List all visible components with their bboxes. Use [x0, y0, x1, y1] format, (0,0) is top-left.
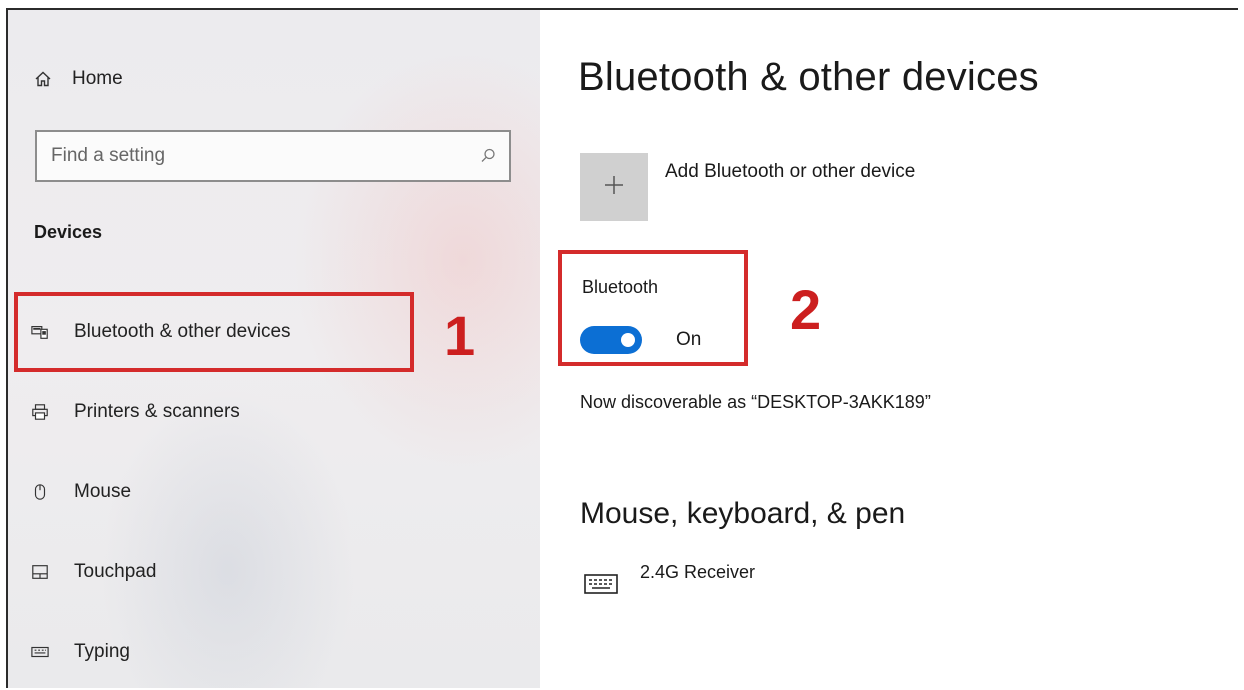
sidebar-item-mouse[interactable]: Mouse	[8, 452, 540, 532]
sidebar-item-label: Mouse	[74, 481, 132, 502]
keyboard-icon	[30, 643, 50, 661]
section-heading: Devices	[34, 222, 103, 242]
plus-icon	[603, 174, 625, 201]
add-device-label[interactable]: Add Bluetooth or other device	[665, 161, 915, 183]
callout-number-1: 1	[444, 304, 476, 367]
nav-home[interactable]: Home	[34, 62, 123, 96]
callout-number-2: 2	[790, 278, 822, 341]
search-icon[interactable]	[479, 147, 497, 165]
sidebar-item-typing[interactable]: Typing	[8, 612, 540, 688]
printer-icon	[30, 403, 50, 421]
settings-window: Home Devices Bluetooth & other devices P…	[6, 8, 1238, 688]
sidebar-item-touchpad[interactable]: Touchpad	[8, 532, 540, 612]
home-icon	[34, 70, 52, 88]
sidebar-item-label: Printers & scanners	[74, 401, 240, 422]
touchpad-icon	[30, 563, 50, 581]
sidebar-item-label: Typing	[74, 641, 130, 662]
search-box[interactable]	[35, 130, 511, 182]
section-title-mouse-keyboard: Mouse, keyboard, & pen	[580, 497, 906, 530]
keyboard-icon	[584, 572, 618, 601]
device-name: 2.4G Receiver	[640, 562, 756, 582]
nav-home-label: Home	[72, 68, 123, 89]
callout-box-2	[558, 250, 748, 366]
device-item[interactable]: 2.4G Receiver	[584, 558, 755, 601]
add-device-button[interactable]	[580, 153, 648, 221]
mouse-icon	[30, 483, 50, 501]
sidebar-item-printers[interactable]: Printers & scanners	[8, 372, 540, 452]
page-title: Bluetooth & other devices	[578, 55, 1039, 99]
search-input[interactable]	[51, 145, 451, 167]
callout-box-1	[14, 292, 414, 372]
discoverable-text: Now discoverable as “DESKTOP-3AKK189”	[580, 392, 931, 412]
sidebar-item-label: Touchpad	[74, 561, 157, 582]
